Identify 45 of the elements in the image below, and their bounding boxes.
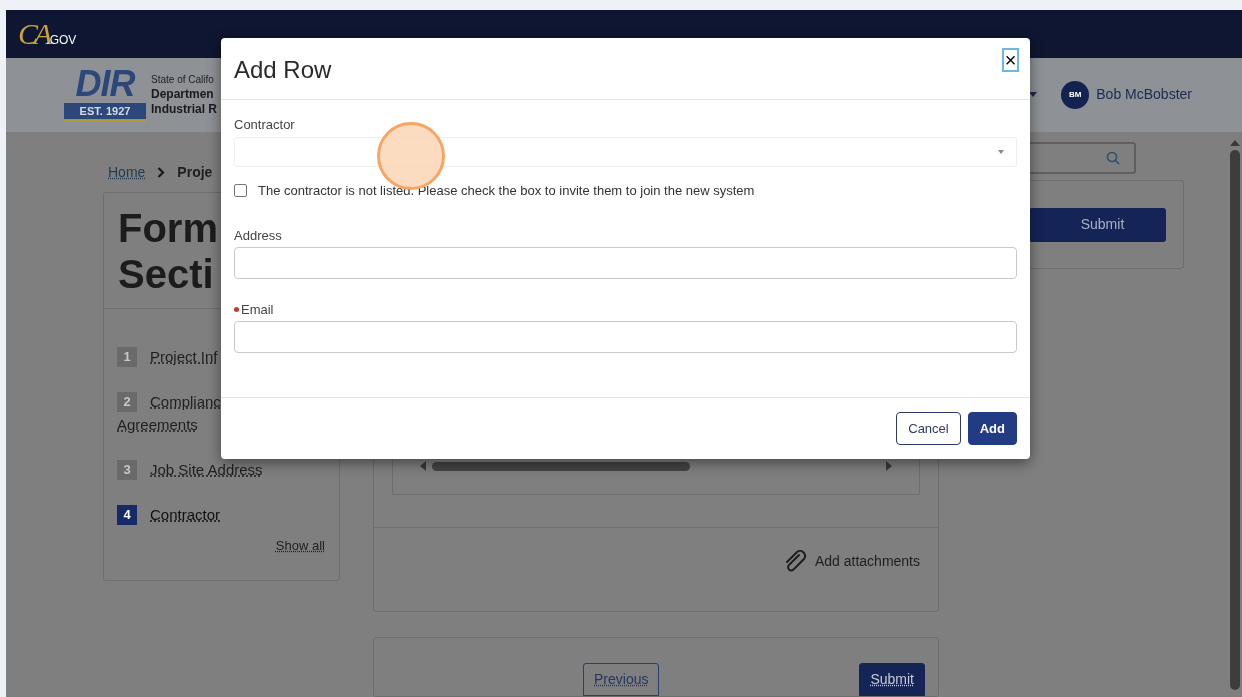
dialog-title: Add Row bbox=[234, 54, 332, 85]
add-button[interactable]: Add bbox=[967, 412, 1017, 445]
agency-name-text: Industrial R bbox=[151, 102, 217, 118]
step-number: 1 bbox=[117, 346, 137, 367]
agency-name-text: Departmen bbox=[151, 87, 215, 103]
scroll-right-arrow-icon[interactable] bbox=[886, 461, 892, 471]
scrollbar-thumb[interactable] bbox=[1230, 150, 1240, 690]
previous-button[interactable]: Previous bbox=[583, 663, 660, 696]
step-link[interactable]: Agreements bbox=[117, 416, 198, 433]
step-link[interactable]: Project Inf bbox=[150, 345, 218, 368]
breadcrumb-current: Proje bbox=[177, 162, 213, 182]
step-link[interactable]: Job Site Address bbox=[150, 458, 263, 481]
caret-icon bbox=[998, 150, 1004, 154]
breadcrumb-link[interactable]: Home bbox=[108, 161, 146, 183]
step-number: 3 bbox=[117, 459, 137, 480]
cancel-button[interactable]: Cancel bbox=[896, 412, 961, 445]
user-name[interactable]: Bob McBobster bbox=[1096, 84, 1192, 106]
input-field[interactable] bbox=[234, 320, 1017, 353]
submit-button[interactable]: Submit bbox=[859, 663, 925, 696]
submit-button[interactable]: Submit bbox=[1029, 207, 1166, 242]
field-label: Address bbox=[234, 226, 282, 245]
field-label: Contractor bbox=[234, 116, 295, 135]
step-number: 2 bbox=[117, 391, 137, 412]
checkbox[interactable] bbox=[234, 184, 247, 198]
close-button[interactable]: × bbox=[1002, 48, 1019, 72]
caret-icon[interactable] bbox=[1029, 92, 1038, 98]
input-field[interactable] bbox=[234, 246, 1017, 279]
step-number: 4 bbox=[117, 504, 137, 525]
user-avatar[interactable]: BM bbox=[1061, 80, 1090, 109]
ca-gov-logo[interactable]: CA.GOV bbox=[18, 18, 77, 49]
show-all-link[interactable]: Show all bbox=[275, 535, 325, 555]
step-link[interactable]: Complianc bbox=[150, 390, 221, 413]
form-title: Form bbox=[118, 205, 218, 251]
step-link[interactable]: Contractor bbox=[150, 503, 221, 526]
field-label: Email bbox=[241, 300, 274, 319]
scrollbar-thumb[interactable] bbox=[432, 461, 690, 471]
form-title: Secti bbox=[118, 251, 214, 297]
scroll-left-arrow-icon[interactable] bbox=[420, 461, 426, 471]
agency-name-text: State of Califo bbox=[151, 73, 215, 88]
add-attachments-link[interactable]: Add attachments bbox=[814, 550, 920, 572]
established-badge: EST. 1927 bbox=[64, 103, 146, 120]
scroll-up-arrow-icon[interactable] bbox=[1230, 140, 1240, 146]
agency-logo: DIR bbox=[74, 67, 136, 102]
search-icon bbox=[1106, 151, 1120, 165]
chevron-right-icon bbox=[157, 166, 166, 178]
